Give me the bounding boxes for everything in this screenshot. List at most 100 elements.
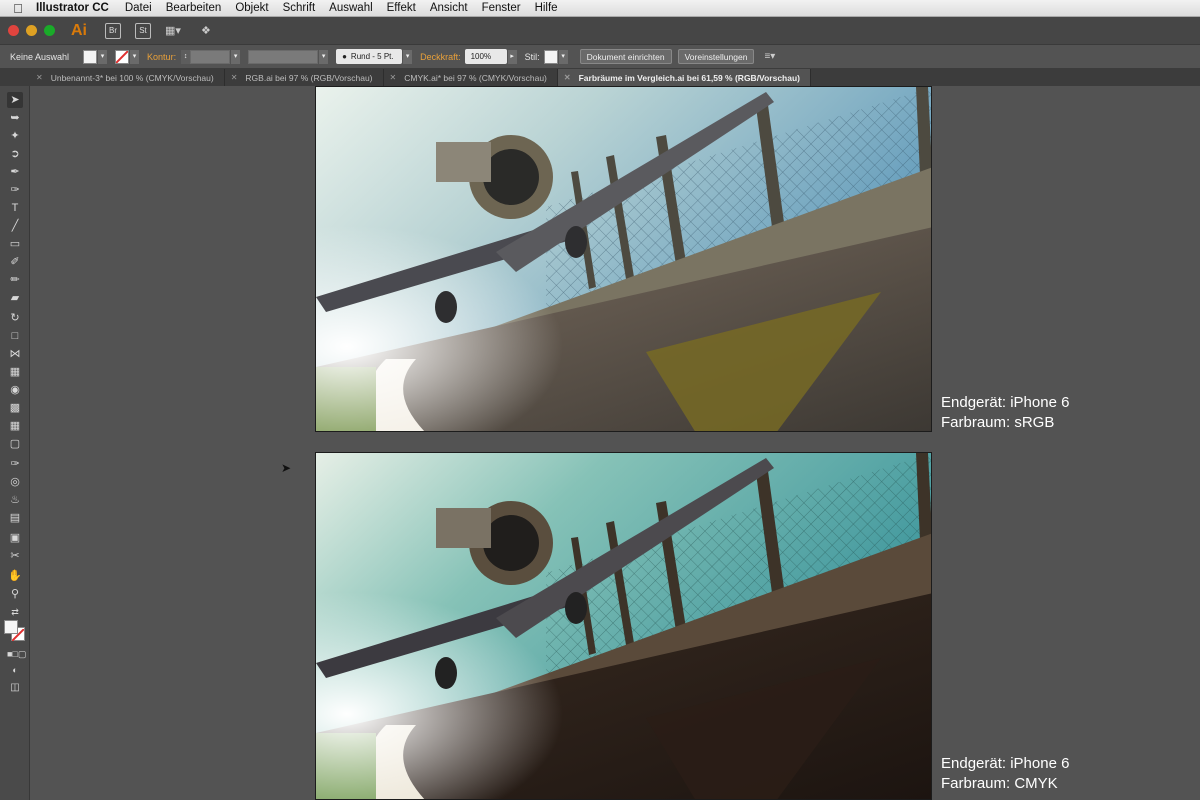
blend-tool-icon[interactable]: ◎ [7, 474, 23, 490]
tab-document-active[interactable]: ✕ Farbräume im Vergleich.ai bei 61,59 % … [557, 69, 811, 86]
type-tool-icon[interactable]: T [7, 200, 23, 216]
perspective-grid-tool-icon[interactable]: ▩ [7, 400, 23, 416]
variable-width-profile[interactable] [248, 49, 319, 64]
direct-selection-tool-icon[interactable]: ➥ [7, 110, 23, 126]
mouse-pointer-icon: ➤ [281, 461, 292, 475]
selection-status: Keine Auswahl [10, 51, 70, 62]
arrange-documents-icon[interactable]: ▦▾ [165, 24, 187, 38]
mesh-tool-icon[interactable]: ▦ [7, 418, 23, 434]
fill-swatch[interactable] [83, 49, 98, 64]
macos-menu-bar:  Illustrator CC Datei Bearbeiten Objekt… [0, 0, 1200, 17]
illustrator-logo: Ai [71, 21, 87, 39]
free-transform-tool-icon[interactable]: ▦ [7, 364, 23, 380]
airplane-photo-srgb [316, 87, 931, 431]
menu-auswahl[interactable]: Auswahl [329, 2, 372, 14]
rectangle-tool-icon[interactable]: ▭ [7, 236, 23, 252]
curvature-tool-icon[interactable]: ✑ [7, 182, 23, 198]
menu-objekt[interactable]: Objekt [235, 2, 268, 14]
stroke-weight-dropdown[interactable]: ▾ [231, 49, 241, 64]
gpu-performance-icon[interactable]: ❖ [201, 24, 223, 38]
menu-schrift[interactable]: Schrift [283, 2, 316, 14]
draw-mode-icon[interactable]: ◐ [7, 662, 23, 678]
style-label: Stil: [524, 51, 540, 62]
tools-panel: ➤ ➥ ✦ ➲ ✒ ✑ T ╱ ▭ ✐ ✏ ▰ ↻ □ ⋈ ▦ ◉ ▩ ▦ ▢ … [0, 86, 30, 800]
hand-tool-icon[interactable]: ✋ [7, 568, 23, 584]
eyedropper-tool-icon[interactable]: ✑ [7, 456, 23, 472]
brush-dot-icon: ● [342, 52, 347, 61]
color-mode-icons[interactable]: ■□▢ [7, 646, 26, 662]
shaper-tool-icon[interactable]: ✏ [7, 272, 23, 288]
apple-icon[interactable]:  [0, 1, 36, 16]
artboard-tool-icon[interactable]: ▣ [7, 530, 23, 546]
stroke-label[interactable]: Kontur: [147, 52, 176, 62]
brush-definition[interactable]: ● Rund - 5 Pt. [336, 49, 403, 64]
paintbrush-tool-icon[interactable]: ✐ [7, 254, 23, 270]
control-bar: Keine Auswahl ▾ ▾ Kontur: ↕ ▾ ▾ ● Rund -… [0, 45, 1200, 69]
width-tool-icon[interactable]: ⋈ [7, 346, 23, 362]
close-tab-icon[interactable]: ✕ [564, 73, 571, 82]
stroke-swatch[interactable] [115, 49, 130, 64]
eraser-tool-icon[interactable]: ▰ [7, 290, 23, 306]
tab-document[interactable]: ✕ CMYK.ai* bei 97 % (CMYK/Vorschau) [384, 69, 558, 86]
opacity-label[interactable]: Deckkraft: [420, 52, 461, 62]
opacity-field[interactable]: 100% [464, 49, 507, 64]
menu-datei[interactable]: Datei [125, 2, 152, 14]
airplane-photo-cmyk [316, 453, 931, 799]
swap-fill-stroke-icon[interactable]: ⇄ [7, 604, 23, 620]
shape-builder-tool-icon[interactable]: ◉ [7, 382, 23, 398]
app-menu[interactable]: Illustrator CC [36, 2, 109, 14]
symbol-sprayer-tool-icon[interactable]: ♨ [7, 492, 23, 508]
document-tabs: ✕ Unbenannt-3* bei 100 % (CMYK/Vorschau)… [0, 69, 1200, 86]
graphic-style-swatch[interactable] [543, 49, 558, 64]
selection-tool-icon[interactable]: ➤ [7, 92, 23, 108]
close-tab-icon[interactable]: ✕ [390, 73, 397, 82]
screen-mode-icon[interactable]: ◫ [7, 680, 23, 696]
variable-width-dropdown[interactable]: ▾ [319, 49, 329, 64]
artwork-srgb[interactable] [315, 86, 932, 432]
close-tab-icon[interactable]: ✕ [231, 73, 238, 82]
preferences-button[interactable]: Voreinstellungen [677, 49, 755, 64]
fill-dropdown[interactable]: ▾ [98, 49, 108, 64]
stroke-dropdown[interactable]: ▾ [130, 49, 140, 64]
menu-fenster[interactable]: Fenster [482, 2, 521, 14]
slice-tool-icon[interactable]: ✂ [7, 548, 23, 564]
fill-stroke-widget[interactable] [4, 620, 26, 642]
menu-ansicht[interactable]: Ansicht [430, 2, 468, 14]
scale-tool-icon[interactable]: □ [7, 328, 23, 344]
line-tool-icon[interactable]: ╱ [7, 218, 23, 234]
zoom-tool-icon[interactable]: ⚲ [7, 586, 23, 602]
stroke-weight-stepper[interactable]: ↕ [181, 49, 191, 64]
close-tab-icon[interactable]: ✕ [36, 73, 43, 82]
artwork-cmyk[interactable] [315, 452, 932, 800]
stock-button[interactable]: St [135, 22, 151, 39]
fill-color-icon[interactable] [4, 620, 18, 634]
stroke-weight-field[interactable] [190, 49, 231, 64]
column-graph-tool-icon[interactable]: ▤ [7, 510, 23, 526]
align-icon[interactable]: ≡▾ [764, 51, 775, 62]
graphic-style-dropdown[interactable]: ▾ [558, 49, 568, 64]
tab-document[interactable]: ✕ RGB.ai bei 97 % (RGB/Vorschau) [225, 69, 384, 86]
caption-colorspace: Farbraum: CMYK [941, 775, 1058, 792]
tab-document[interactable]: ✕ Unbenannt-3* bei 100 % (CMYK/Vorschau) [30, 69, 225, 86]
minimize-window-button[interactable] [26, 25, 37, 36]
menu-effekt[interactable]: Effekt [387, 2, 416, 14]
opacity-dropdown[interactable]: ▸ [507, 49, 517, 64]
caption-cmyk: Endgerät: iPhone 6 Farbraum: CMYK [941, 754, 1069, 794]
pen-tool-icon[interactable]: ✒ [7, 164, 23, 180]
magic-wand-tool-icon[interactable]: ✦ [7, 128, 23, 144]
lasso-tool-icon[interactable]: ➲ [7, 146, 23, 162]
rotate-tool-icon[interactable]: ↻ [7, 310, 23, 326]
gradient-tool-icon[interactable]: ▢ [7, 436, 23, 452]
close-window-button[interactable] [8, 25, 19, 36]
menu-hilfe[interactable]: Hilfe [535, 2, 558, 14]
tab-label: RGB.ai bei 97 % (RGB/Vorschau) [245, 72, 373, 83]
brush-dropdown[interactable]: ▾ [403, 49, 413, 64]
menu-bearbeiten[interactable]: Bearbeiten [166, 2, 222, 14]
zoom-window-button[interactable] [44, 25, 55, 36]
bridge-button[interactable]: Br [105, 22, 121, 39]
tab-label: Unbenannt-3* bei 100 % (CMYK/Vorschau) [50, 72, 214, 83]
brush-label: Rund - 5 Pt. [350, 52, 394, 61]
canvas-area[interactable]: Endgerät: iPhone 6 Farbraum: sRGB Endger… [31, 86, 1200, 800]
document-setup-button[interactable]: Dokument einrichten [579, 49, 672, 64]
caption-device: Endgerät: iPhone 6 [941, 394, 1070, 411]
